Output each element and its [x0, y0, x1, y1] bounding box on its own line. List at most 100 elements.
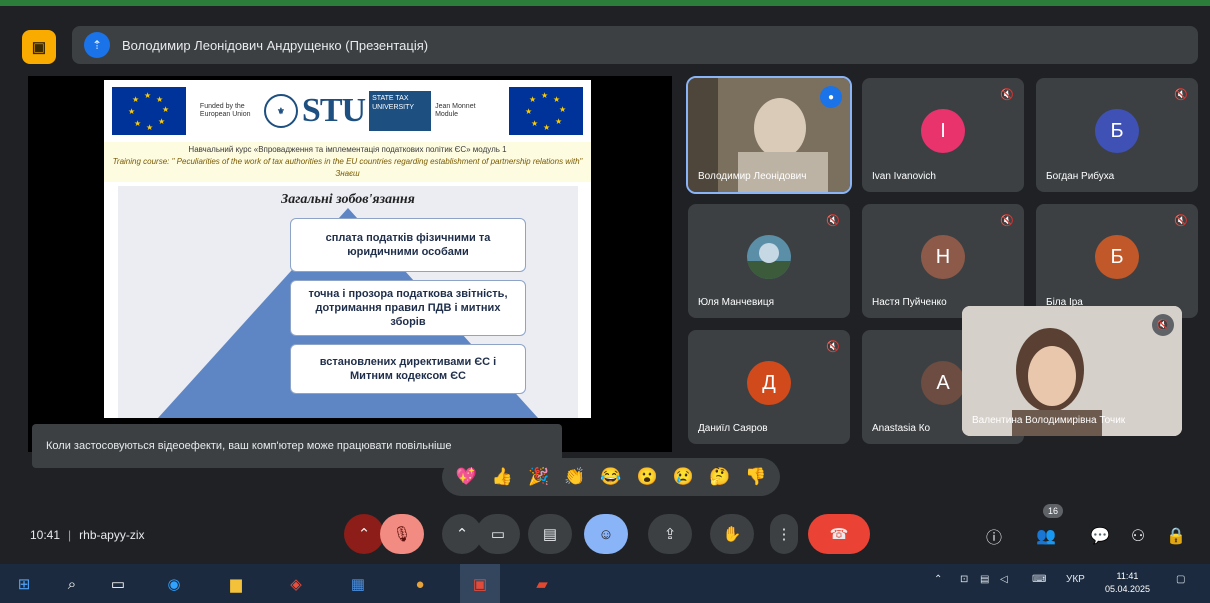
pyramid-box-3: встановлених директивами ЄС і Митним код… — [290, 344, 526, 394]
stu-emblem: ⚜ — [263, 94, 298, 128]
people-icon[interactable]: 👥 — [1032, 522, 1060, 550]
stu-name-box: STATE TAX UNIVERSITY — [369, 91, 432, 131]
participant-name: Богдан Рибуха — [1046, 171, 1115, 182]
mic-off-icon: 🔇 — [826, 341, 840, 353]
meeting-time: 10:41 — [30, 528, 61, 542]
emoji-button[interactable]: ☺ — [584, 514, 628, 554]
stu-logo-block: Funded by the European Union ⚜ STU STATE… — [200, 91, 495, 131]
reaction-heart-icon[interactable]: 💖 — [456, 467, 477, 487]
search-icon[interactable]: ⌕ — [58, 570, 86, 598]
participant-name: Юля Манчевиця — [698, 297, 775, 308]
course-band: Навчальний курс «Впровадження та імплеме… — [104, 142, 591, 182]
chevron-up-icon: ⌃ — [357, 526, 371, 543]
participant-name: Даниїл Саяров — [698, 423, 768, 434]
tray-volume-icon[interactable]: ◁ — [1000, 574, 1008, 585]
more-options-button[interactable]: ⋮ — [770, 514, 798, 554]
reaction-thumbs-down-icon[interactable]: 👎 — [745, 467, 766, 487]
participant-tile-5[interactable]: 🔇 Н Настя Пуйченко — [862, 204, 1024, 318]
mic-off-icon: 🎙 — [392, 526, 412, 543]
camera-icon: ▭ — [490, 526, 506, 543]
presentation-stage: ★ ★ ★ ★ ★ ★ ★ ★ Funded by the European Union ⚜ … — [28, 76, 672, 452]
reaction-party-icon[interactable]: 🎉 — [528, 467, 549, 487]
meet-window: ▣ ⇡ Володимир Леонідович Андрущенко (Пре… — [0, 6, 1210, 564]
tray-keyboard-icon[interactable]: ⌨ — [1032, 574, 1046, 585]
raise-hand-button[interactable]: ✋ — [710, 514, 754, 554]
mic-off-icon: 🔇 — [1152, 314, 1174, 336]
reaction-laugh-icon[interactable]: 😂 — [600, 467, 621, 487]
chevron-up-icon: ⌃ — [455, 526, 469, 543]
emoji-icon: ☺ — [598, 525, 614, 543]
avatar: I — [921, 109, 965, 153]
taskbar-date: 05.04.2025 — [1104, 584, 1150, 594]
chat-icon[interactable]: 💬 — [1086, 522, 1114, 550]
host-controls-icon[interactable]: 🔒 — [1162, 522, 1190, 550]
tray-chevron-icon[interactable]: ⌃ — [934, 574, 942, 585]
info-icon[interactable]: ⓘ — [980, 522, 1008, 550]
taskbar-time: 11:41 — [1116, 571, 1139, 581]
participant-tile-3[interactable]: 🔇 Б Богдан Рибуха — [1036, 78, 1198, 192]
mic-button[interactable]: 🎙 — [380, 514, 424, 554]
hand-icon: ✋ — [722, 526, 742, 543]
participant-name: Anastasia Ко — [872, 423, 931, 434]
mic-off-icon: 🔇 — [1174, 215, 1188, 227]
eu-flag-left: ★ ★ ★ ★ ★ ★ ★ ★ — [112, 87, 186, 135]
captions-button[interactable]: ▤ — [528, 514, 572, 554]
windows-taskbar: ⊞ ⌕ ▭ ◉ ▆ ◈ ▦ ● ▣ ▰ ⌃ ⊡ ▤ ◁ ⌨ УКР 11:41 … — [0, 564, 1210, 603]
file-explorer-icon[interactable]: ▆ — [222, 570, 250, 598]
start-icon[interactable]: ⊞ — [10, 570, 38, 598]
participant-tile-7[interactable]: 🔇 Д Даниїл Саяров — [688, 330, 850, 444]
leave-call-button[interactable]: ☎ — [808, 514, 870, 554]
stu-logo-text: STU — [301, 92, 366, 129]
eu-funding-text: Funded by the European Union — [199, 103, 251, 118]
meet-app-icon[interactable]: ▣ — [22, 30, 56, 64]
reactions-bar: 💖 👍 🎉 👏 😂 😮 😢 🤔 👎 — [442, 458, 780, 496]
meeting-info: 10:41 | rhb-apyy-zix — [30, 528, 145, 542]
reaction-surprised-icon[interactable]: 😮 — [637, 467, 658, 487]
tray-network-icon[interactable]: ⊡ — [960, 574, 968, 585]
avatar: Б — [1095, 109, 1139, 153]
word-icon[interactable]: ▦ — [344, 570, 372, 598]
reaction-thumbs-up-icon[interactable]: 👍 — [492, 467, 513, 487]
avatar: А — [921, 361, 965, 405]
more-icon: ⋮ — [776, 526, 792, 543]
pyramid-box-1: сплата податків фізичними та юридичними … — [290, 218, 526, 272]
task-view-icon[interactable]: ▭ — [104, 570, 132, 598]
tray-monitor-icon[interactable]: ▤ — [980, 574, 989, 585]
participant-name: Настя Пуйченко — [872, 297, 947, 308]
participant-name: Ivan Ivanovich — [872, 171, 936, 182]
app-icon[interactable]: ◈ — [282, 570, 310, 598]
reaction-sad-icon[interactable]: 😢 — [673, 467, 694, 487]
reaction-clap-icon[interactable]: 👏 — [564, 467, 585, 487]
self-view-tile[interactable]: 🔇 Валентина Володимирівна Точик — [962, 306, 1182, 436]
presenting-icon: ⇡ — [84, 32, 110, 58]
eu-flag-right: ★ ★ ★ ★ ★ ★ ★ ★ — [508, 87, 583, 135]
powerpoint-icon[interactable]: ▰ — [528, 570, 556, 598]
presenter-bar[interactable]: ⇡ Володимир Леонідович Андрущенко (Презе… — [72, 26, 1198, 64]
camera-button[interactable]: ▭ — [476, 514, 520, 554]
notification-icon[interactable]: ▢ — [1176, 574, 1185, 585]
speaking-indicator-icon: ● — [820, 86, 842, 108]
audio-options-button[interactable]: ⌃ — [344, 514, 384, 554]
course-line-1: Навчальний курс «Впровадження та імплеме… — [188, 145, 507, 154]
avatar: Д — [747, 361, 791, 405]
reaction-thinking-icon[interactable]: 🤔 — [709, 467, 730, 487]
avatar: Н — [921, 235, 965, 279]
participant-tile-2[interactable]: 🔇 I Ivan Ivanovich — [862, 78, 1024, 192]
presenter-name: Володимир Леонідович Андрущенко (Презент… — [122, 37, 429, 53]
participant-tile-6[interactable]: 🔇 Б Біла Іра — [1036, 204, 1198, 318]
self-name: Валентина Володимирівна Точик — [972, 415, 1126, 426]
participant-tile-4[interactable]: 🔇 Юля Манчевиця — [688, 204, 850, 318]
meet-taskbar-icon[interactable]: ▣ — [466, 570, 494, 598]
avatar: Б — [1095, 235, 1139, 279]
activities-icon[interactable]: ⚇ — [1124, 522, 1152, 550]
chrome-icon[interactable]: ● — [406, 570, 434, 598]
taskbar-clock[interactable]: 11:41 05.04.2025 — [1105, 570, 1150, 596]
edge-icon[interactable]: ◉ — [160, 570, 188, 598]
mic-off-icon: 🔇 — [826, 215, 840, 227]
language-indicator[interactable]: УКР — [1066, 574, 1085, 585]
present-icon: ⇪ — [663, 526, 677, 543]
separator: | — [68, 528, 72, 542]
participant-tile-1[interactable]: ● Володимир Леонідович — [686, 76, 852, 194]
present-button[interactable]: ⇪ — [648, 514, 692, 554]
slide-header: ★ ★ ★ ★ ★ ★ ★ ★ Funded by the European Union ⚜ … — [104, 80, 591, 142]
